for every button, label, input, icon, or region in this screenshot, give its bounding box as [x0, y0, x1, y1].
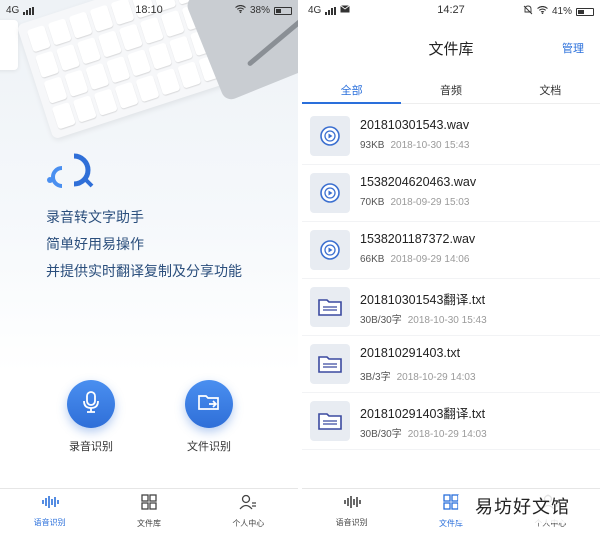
audio-file-icon	[310, 116, 350, 156]
tab-audio[interactable]: 音频	[401, 74, 500, 103]
audio-file-icon	[310, 173, 350, 213]
file-size: 30B/30字	[360, 429, 402, 440]
tagline-1: 录音转文字助手	[46, 209, 144, 225]
file-name: 1538204620463.wav	[360, 175, 477, 189]
file-size: 30B/30字	[360, 315, 402, 326]
wifi-icon	[235, 4, 246, 16]
audio-file-icon	[310, 230, 350, 270]
battery-icon	[274, 6, 292, 15]
file-name: 201810301543翻译.txt	[360, 293, 486, 307]
microphone-icon	[80, 390, 102, 419]
file-name: 201810291403.txt	[360, 346, 461, 360]
user-icon	[239, 494, 257, 515]
status-bar: 4G 14:27 41%	[302, 0, 600, 22]
file-date: 2018-10-29 14:03	[407, 429, 487, 440]
file-recognition-label[interactable]: 文件识别	[169, 438, 249, 454]
battery-percent: 41%	[551, 6, 572, 17]
file-size: 66KB	[360, 254, 385, 265]
nav-label: 文件库	[136, 518, 161, 528]
wifi-icon	[537, 5, 548, 17]
page-header: 文件库 管理	[302, 22, 600, 72]
nav-label: 语音识别	[33, 517, 66, 527]
app-logo-icon	[44, 148, 100, 192]
grid-icon	[141, 493, 157, 515]
file-date: 2018-09-29 14:06	[390, 254, 470, 265]
file-size: 93KB	[360, 140, 385, 151]
file-row[interactable]: 1538201187372.wav 66KB 2018-09-29 14:06	[302, 222, 600, 278]
file-row[interactable]: 1538204620463.wav 70KB 2018-09-29 15:03	[302, 165, 600, 221]
file-row[interactable]: 201810301543.wav 93KB 2018-10-30 15:43	[302, 108, 600, 164]
nav-file-library[interactable]: 文件库	[99, 489, 198, 533]
filter-tabs: 全部 音频 文档	[302, 74, 600, 104]
file-recognition-button[interactable]	[185, 380, 233, 428]
waveform-icon	[41, 495, 59, 514]
nav-label: 语音识别	[335, 517, 368, 527]
file-name: 201810301543.wav	[360, 118, 470, 132]
file-name: 1538201187372.wav	[360, 232, 476, 246]
file-row[interactable]: 201810301543翻译.txt 30B/30字 2018-10-30 15:…	[302, 279, 600, 335]
nav-label: 个人中心	[232, 518, 265, 528]
tagline-2: 简单好用易操作	[46, 236, 144, 252]
record-recognition-label[interactable]: 录音识别	[51, 438, 131, 454]
tab-all[interactable]: 全部	[302, 74, 402, 104]
cup-decoration	[0, 20, 18, 70]
battery-percent: 38%	[249, 5, 270, 16]
file-size: 70KB	[360, 197, 385, 208]
status-bar: 4G 18:10 38%	[0, 0, 298, 22]
watermark-text: 易坊好文馆	[475, 497, 570, 518]
folder-icon	[310, 401, 350, 441]
home-screen: 4G 18:10 38% 录音转文字助手 简单好用易操作 并提供实时翻译复制及分…	[0, 0, 298, 533]
file-name: 201810291403翻译.txt	[360, 407, 486, 421]
file-row[interactable]: 201810291403翻译.txt 30B/30字 2018-10-29 14:…	[302, 393, 600, 449]
file-date: 2018-09-29 15:03	[390, 197, 470, 208]
mute-bell-icon	[523, 5, 533, 18]
tagline-3: 并提供实时翻译复制及分享功能	[46, 263, 242, 279]
record-recognition-button[interactable]	[67, 380, 115, 428]
file-date: 2018-10-30 15:43	[390, 140, 470, 151]
file-library-screen: 4G 14:27 41% 文件库 管理 全部 音频 文档 20181030154…	[302, 0, 600, 533]
file-date: 2018-10-30 15:43	[407, 315, 487, 326]
nav-personal-center[interactable]: 个人中心	[199, 489, 298, 533]
folder-icon	[310, 344, 350, 384]
file-list: 201810301543.wav 93KB 2018-10-30 15:43 15…	[302, 108, 600, 450]
file-date: 2018-10-29 14:03	[396, 372, 476, 383]
nav-voice-recognition[interactable]: 语音识别	[0, 489, 99, 533]
folder-icon	[310, 287, 350, 327]
file-size: 3B/3字	[360, 372, 391, 383]
tab-documents[interactable]: 文档	[501, 74, 600, 103]
waveform-icon	[343, 495, 361, 514]
file-row[interactable]: 201810291403.txt 3B/3字 2018-10-29 14:03	[302, 336, 600, 392]
page-title: 文件库	[428, 41, 474, 58]
folder-export-icon	[197, 392, 221, 417]
manage-button[interactable]: 管理	[562, 40, 584, 56]
bottom-nav: 语音识别 文件库 个人中心	[0, 488, 298, 533]
grid-icon	[443, 493, 459, 515]
battery-icon	[576, 7, 594, 16]
nav-voice-recognition[interactable]: 语音识别	[302, 489, 401, 533]
